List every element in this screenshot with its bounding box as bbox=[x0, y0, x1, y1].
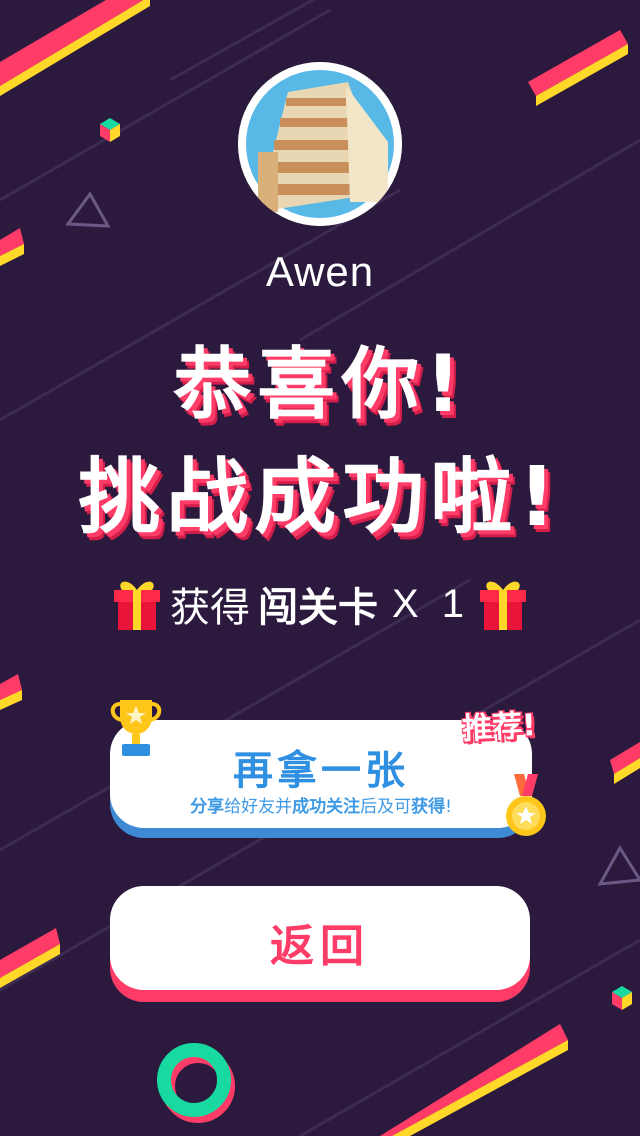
gift-icon bbox=[113, 581, 160, 630]
username: Awen bbox=[265, 248, 375, 295]
medal-icon bbox=[506, 774, 546, 836]
back-button-label: 返回 bbox=[270, 921, 370, 972]
recommend-badge: 推荐! bbox=[461, 708, 537, 747]
headline-success: 挑战成功啦! bbox=[78, 450, 562, 545]
headline-congrats: 恭喜你! bbox=[173, 340, 467, 430]
reward-prefix: 获得 bbox=[169, 585, 250, 631]
trophy-icon bbox=[110, 700, 162, 756]
reward-count: X 1 bbox=[391, 581, 471, 626]
avatar-image bbox=[238, 62, 402, 226]
avatar bbox=[238, 62, 402, 226]
gift-icon bbox=[480, 581, 527, 630]
back-button[interactable]: 返回 bbox=[110, 886, 530, 990]
get-another-subtitle: 分享给好友并成功关注后及可获得! bbox=[190, 797, 452, 817]
reward-item: 闯关卡 bbox=[257, 585, 378, 631]
reward-line: 获得 闯关卡 X 1 bbox=[0, 572, 640, 636]
